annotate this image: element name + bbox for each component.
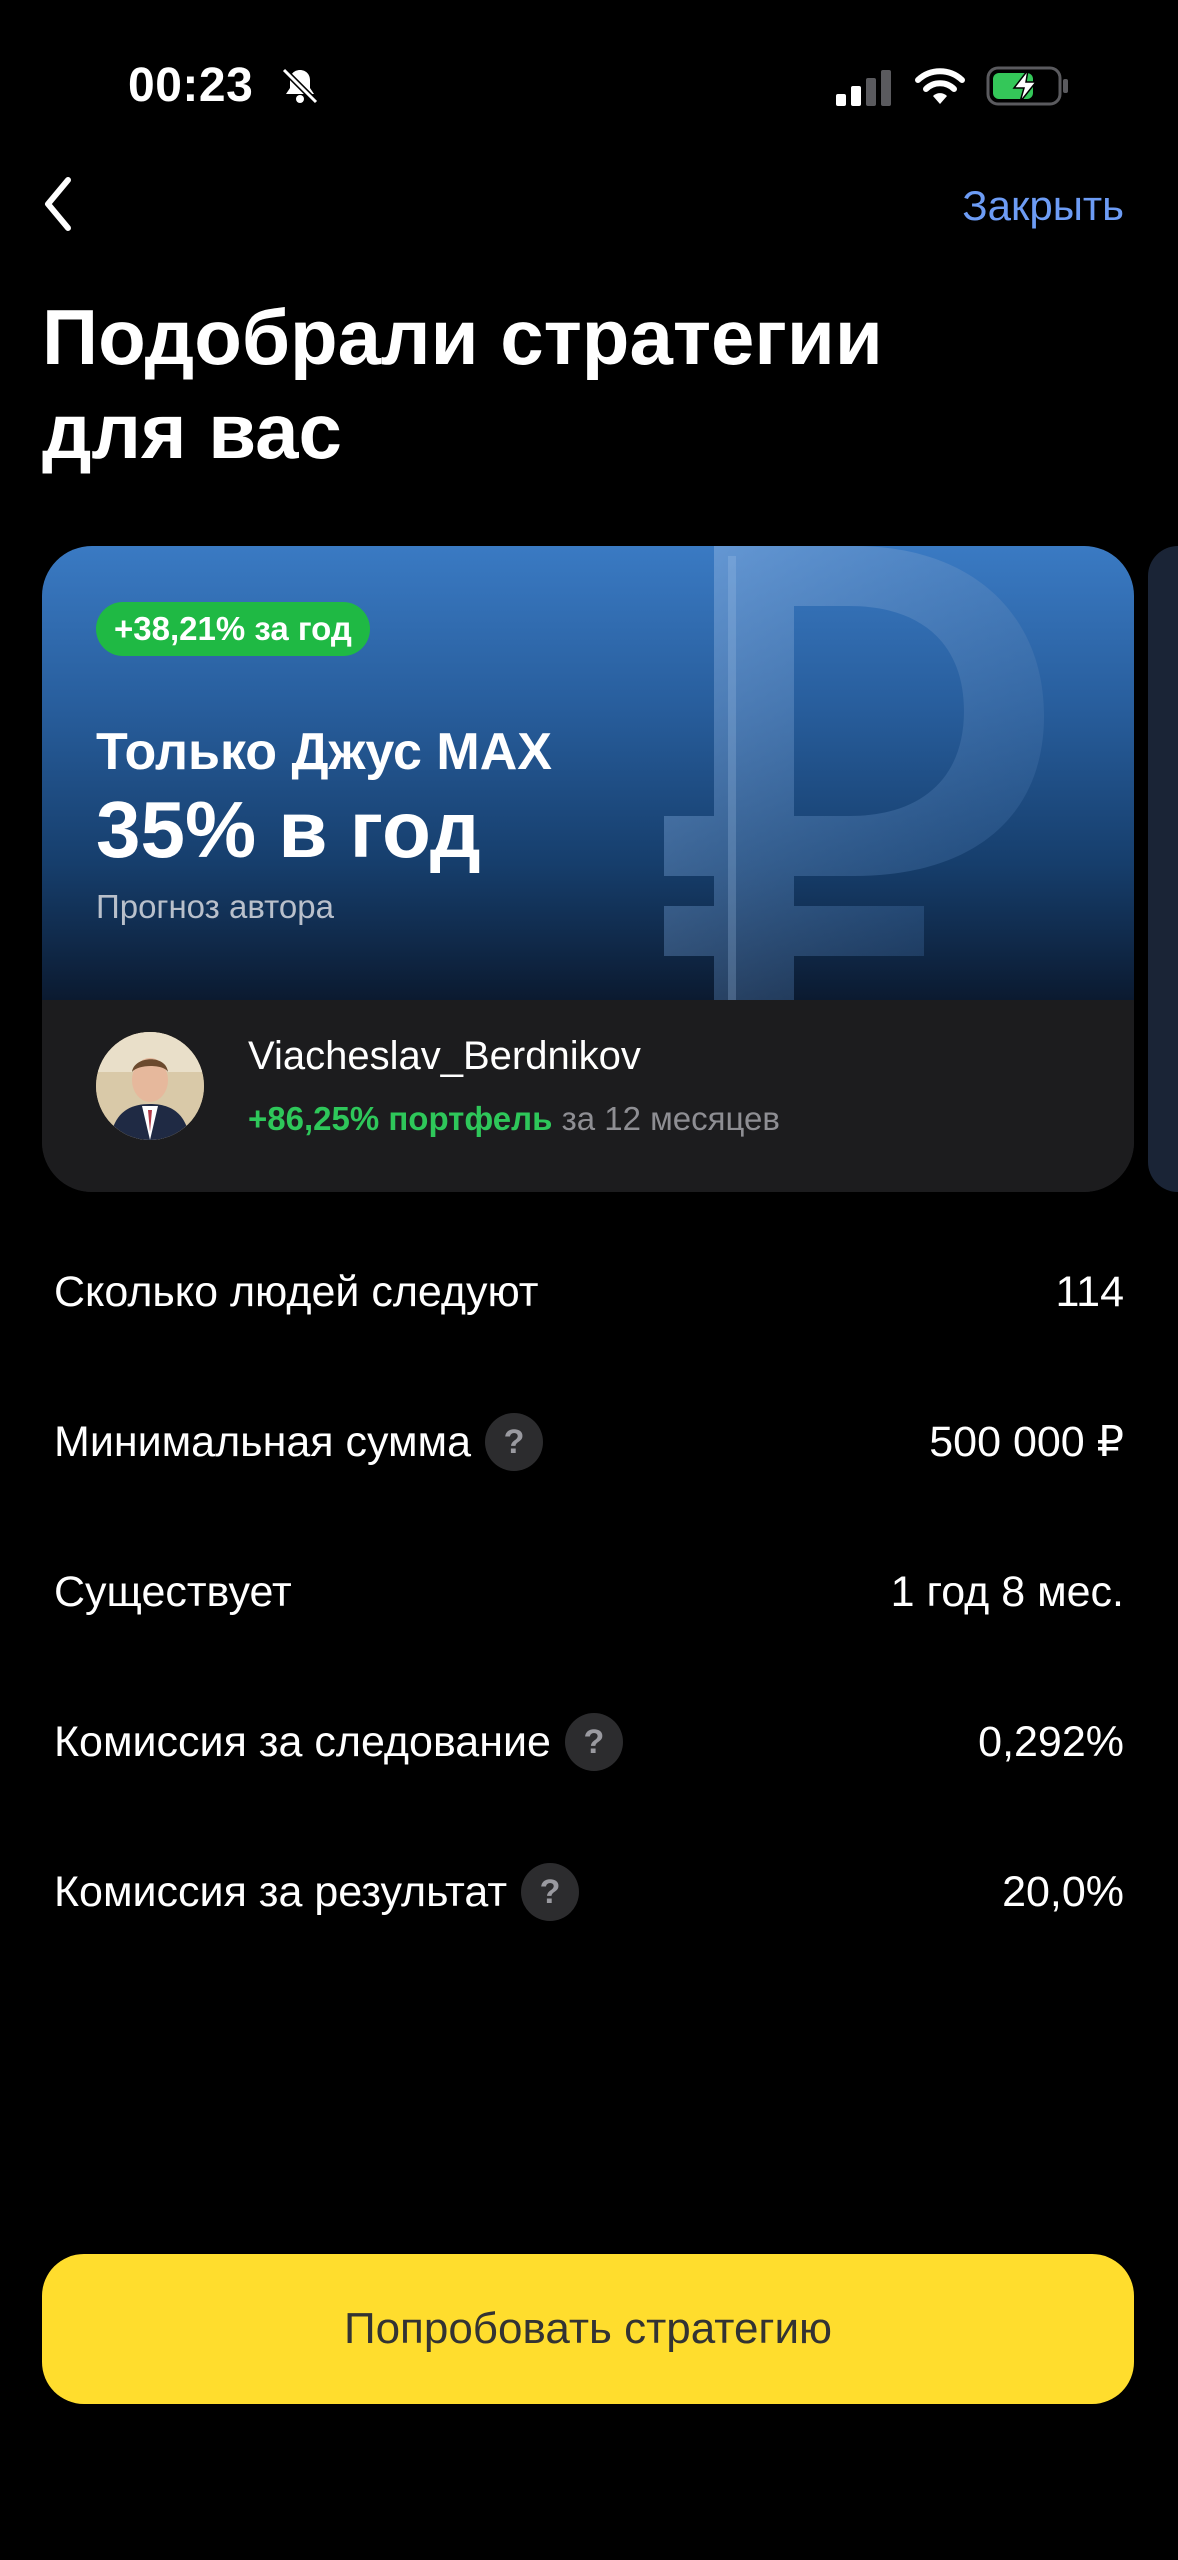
result-fee-value: 20,0% [1002,1867,1124,1916]
ruble-symbol-icon [664,546,1044,1000]
try-strategy-button[interactable]: Попробовать стратегию [42,2254,1134,2404]
portfolio-return: +86,25% портфель [248,1100,553,1137]
follow-fee-value: 0,292% [978,1717,1124,1766]
followers-row: Сколько людей следуют 114 [54,1252,1124,1332]
follow-fee-help-icon[interactable]: ? [564,1713,623,1771]
signal-icon [836,70,891,106]
age-label: Существует [54,1567,292,1616]
strategy-card[interactable]: +38,21% за год Только Джус MAX 35% в год… [42,546,1134,1192]
author-avatar [96,1032,204,1140]
min-amount-row: Минимальная сумма ? 500 000 ₽ [54,1402,1124,1482]
portfolio-period: за 12 месяцев [561,1100,780,1137]
close-button[interactable]: Закрыть [962,182,1124,230]
page-title-line-2: для вас [42,387,342,475]
min-amount-help-icon[interactable]: ? [485,1413,544,1471]
forecast-caption: Прогноз автора [96,888,334,925]
status-time: 00:23 [128,59,254,112]
status-bar: 00:23 [0,0,1178,170]
strategy-forecast: 35% в год [96,785,481,874]
follow-fee-label: Комиссия за следование [54,1717,551,1766]
page-title-line-1: Подобрали стратегии [42,293,883,381]
followers-value: 114 [1055,1267,1124,1316]
next-strategy-card[interactable] [1148,546,1178,1192]
strategy-card-header: +38,21% за год Только Джус MAX 35% в год… [42,546,1134,1000]
author-name: Viacheslav_Berdnikov [248,1034,641,1078]
return-badge: +38,21% за год [96,602,370,656]
age-value: 1 год 8 мес. [890,1567,1124,1616]
bell-slash-icon [281,67,319,105]
chevron-left-icon [45,177,71,231]
result-fee-row: Комиссия за результат ? 20,0% [54,1852,1124,1932]
author-section: Viacheslav_Berdnikov +86,25% портфель за… [42,1000,1134,1192]
result-fee-help-icon[interactable]: ? [521,1863,580,1921]
strategy-name: Только Джус MAX [96,723,552,781]
battery-charging-icon [986,66,1068,106]
min-amount-value: 500 000 ₽ [929,1418,1124,1466]
author-stats: +86,25% портфель за 12 месяцев [248,1100,780,1138]
wifi-icon [915,68,965,104]
back-button[interactable] [30,168,86,240]
result-fee-label: Комиссия за результат [54,1867,508,1916]
follow-fee-row: Комиссия за следование ? 0,292% [54,1702,1124,1782]
min-amount-label: Минимальная сумма [54,1417,472,1466]
page-title: Подобрали стратегии для вас [42,290,1122,478]
followers-label: Сколько людей следуют [54,1267,539,1316]
age-row: Существует 1 год 8 мес. [54,1552,1124,1632]
